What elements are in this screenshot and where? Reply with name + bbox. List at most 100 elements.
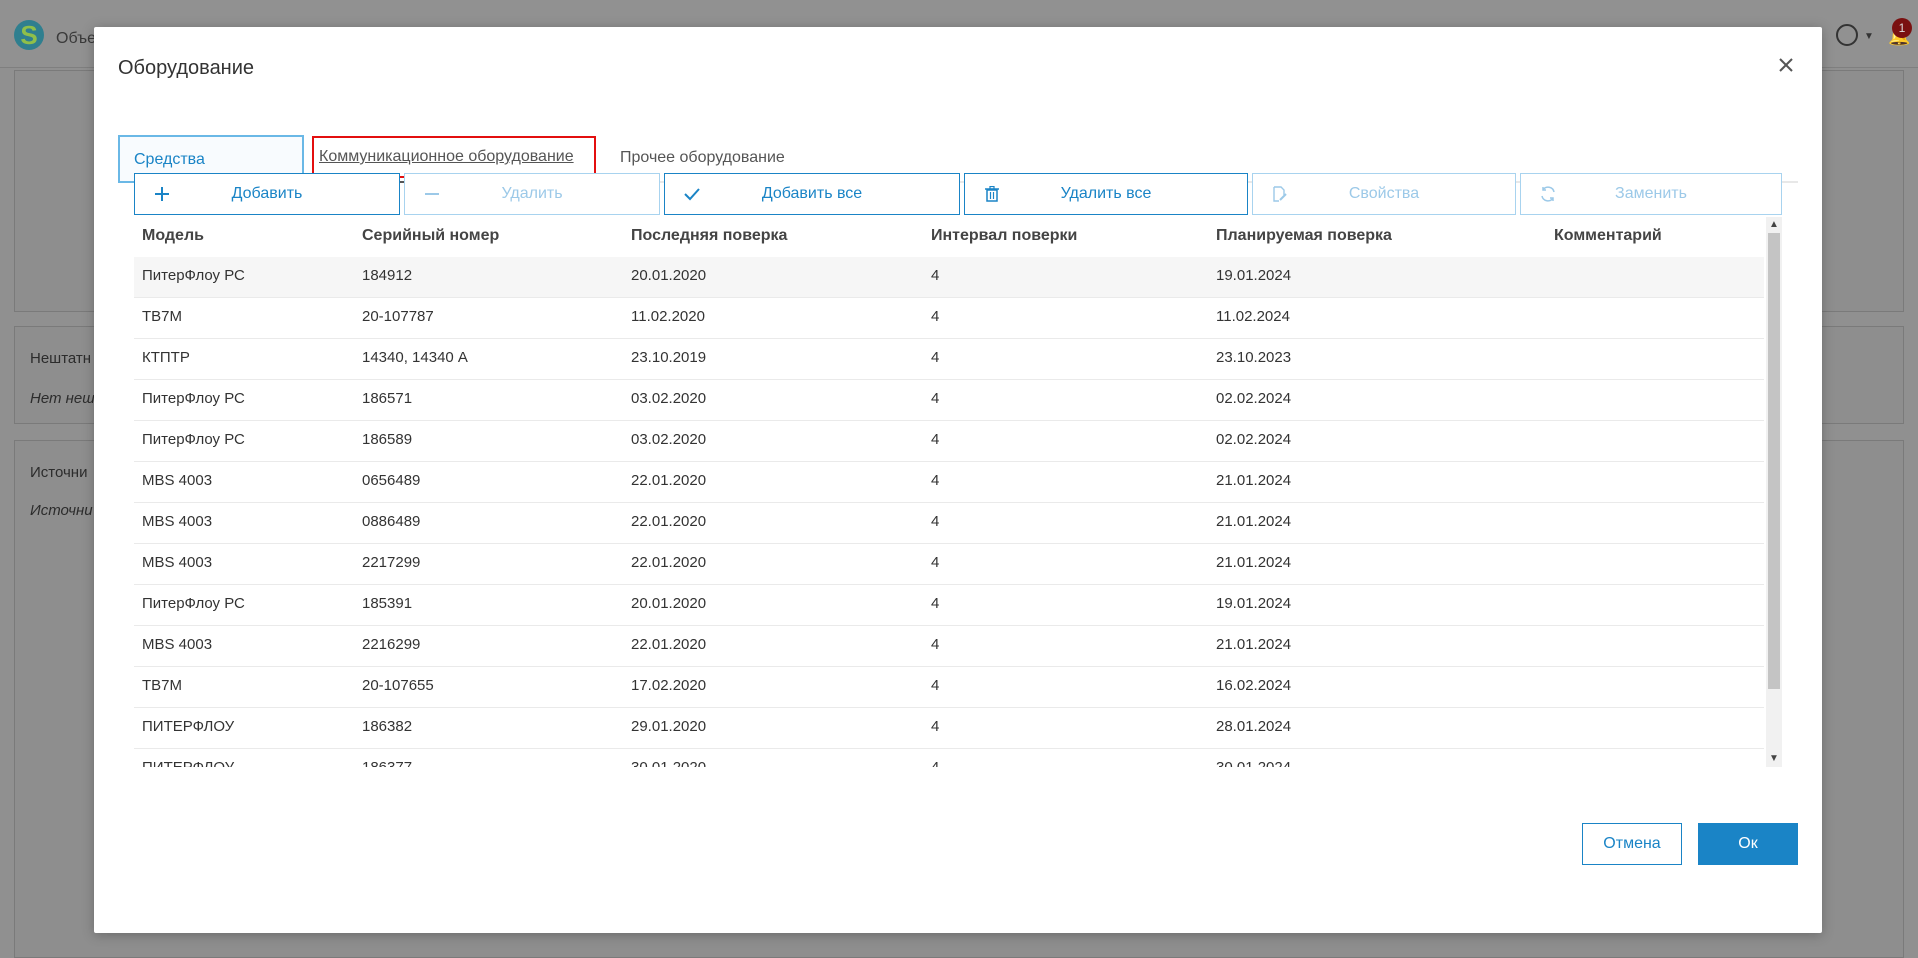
table-cell: ТВ7М xyxy=(142,308,183,325)
equipment-table: Модель Серийный номер Последняя поверка … xyxy=(134,217,1782,767)
table-cell: 4 xyxy=(931,554,940,571)
table-cell: 4 xyxy=(931,431,940,448)
table-cell: 184912 xyxy=(362,267,413,284)
table-cell: 20-107787 xyxy=(362,308,434,325)
add-all-button[interactable]: Добавить все xyxy=(664,173,960,215)
add-button[interactable]: Добавить xyxy=(134,173,400,215)
scroll-up-icon[interactable]: ▲ xyxy=(1766,217,1782,233)
remove-button-label: Удалить xyxy=(501,185,563,202)
table-cell: 20.01.2020 xyxy=(631,267,707,284)
plus-icon xyxy=(151,174,173,214)
table-cell: 186377 xyxy=(362,759,412,767)
table-cell: MBS 4003 xyxy=(142,513,213,530)
app-title: Объе xyxy=(56,30,96,47)
refresh-icon xyxy=(1537,174,1559,214)
table-cell: ПИТЕРФЛОУ xyxy=(142,718,235,735)
table-row[interactable]: КТПТР 14340, 14340 А 23.10.2019 4 23.10.2023 xyxy=(134,339,1764,380)
replace-button-label: Заменить xyxy=(1615,185,1687,202)
close-icon xyxy=(1779,58,1793,72)
table-row[interactable]: MBS 4003 2216299 22.01.2020 4 21.01.2024 xyxy=(134,626,1764,667)
table-cell: 23.10.2023 xyxy=(1216,349,1292,366)
app-logo-icon: S xyxy=(14,20,44,50)
panel-text: Нет неш xyxy=(30,390,95,407)
table-scrollbar[interactable]: ▲ ▼ xyxy=(1766,217,1782,767)
table-cell: 22.01.2020 xyxy=(631,554,707,571)
close-button[interactable] xyxy=(1776,55,1796,75)
table-cell: 23.10.2019 xyxy=(631,349,707,366)
scroll-down-icon[interactable]: ▼ xyxy=(1766,751,1782,767)
table-cell: 4 xyxy=(931,349,940,366)
table-row[interactable]: ПИТЕРФЛОУ 186382 29.01.2020 4 28.01.2024 xyxy=(134,708,1764,749)
table-row[interactable]: ТВ7М 20-107787 11.02.2020 4 11.02.2024 xyxy=(134,298,1764,339)
table-row[interactable]: ПитерФлоу РС 186571 03.02.2020 4 02.02.2024 xyxy=(134,380,1764,421)
table-row[interactable]: ПитерФлоу РС 186589 03.02.2020 4 02.02.2024 xyxy=(134,421,1764,462)
table-cell: 185391 xyxy=(362,595,413,612)
table-cell: 30.01.2024 xyxy=(1216,759,1291,767)
table-cell: 03.02.2020 xyxy=(631,431,707,448)
column-header-comment[interactable]: Комментарий xyxy=(1554,227,1662,245)
panel-title: Нештатн xyxy=(30,350,92,367)
add-all-button-label: Добавить все xyxy=(761,185,863,202)
table-row[interactable]: ПИТЕРФЛОУ 186377 30.01.2020 4 30.01.2024 xyxy=(134,749,1764,767)
table-cell: ПитерФлоу РС xyxy=(142,267,245,284)
column-header-model[interactable]: Модель xyxy=(142,227,204,245)
panel-title: Источни xyxy=(30,464,88,481)
table-cell: 4 xyxy=(931,472,940,489)
notification-badge: 1 xyxy=(1892,18,1912,38)
replace-button[interactable]: Заменить xyxy=(1520,173,1782,215)
table-cell: 22.01.2020 xyxy=(631,636,707,653)
table-row[interactable]: MBS 4003 0656489 22.01.2020 4 21.01.2024 xyxy=(134,462,1764,503)
remove-all-button[interactable]: Удалить все xyxy=(964,173,1248,215)
properties-button[interactable]: Свойства xyxy=(1252,173,1516,215)
column-header-last-check[interactable]: Последняя поверка xyxy=(631,227,787,245)
table-cell: 02.02.2024 xyxy=(1216,431,1292,448)
column-header-serial[interactable]: Серийный номер xyxy=(362,227,499,245)
trash-icon xyxy=(981,174,1003,214)
remove-button[interactable]: Удалить xyxy=(404,173,660,215)
table-row[interactable]: MBS 4003 2217299 22.01.2020 4 21.01.2024 xyxy=(134,544,1764,585)
table-cell: ПитерФлоу РС xyxy=(142,431,245,448)
table-cell: 4 xyxy=(931,267,940,284)
table-cell: 4 xyxy=(931,636,940,653)
table-row[interactable]: MBS 4003 0886489 22.01.2020 4 21.01.2024 xyxy=(134,503,1764,544)
table-cell: 17.02.2020 xyxy=(631,677,707,694)
table-cell: 11.02.2024 xyxy=(1216,308,1290,325)
table-cell: 4 xyxy=(931,595,940,612)
column-header-planned-check[interactable]: Планируемая поверка xyxy=(1216,227,1392,245)
table-row[interactable]: ТВ7М 20-107655 17.02.2020 4 16.02.2024 xyxy=(134,667,1764,708)
table-cell: 4 xyxy=(931,513,940,530)
table-cell: 4 xyxy=(931,308,940,325)
edit-document-icon xyxy=(1269,174,1291,214)
chevron-down-icon[interactable]: ▼ xyxy=(1864,31,1874,42)
table-body: ПитерФлоу РС 184912 20.01.2020 4 19.01.2024 Т… xyxy=(134,257,1764,767)
tab-communication-equipment[interactable]: Коммуникационное оборудование xyxy=(312,136,596,178)
cancel-button[interactable]: Отмена xyxy=(1582,823,1682,865)
table-cell: 22.01.2020 xyxy=(631,513,707,530)
ok-button[interactable]: Ок xyxy=(1698,823,1798,865)
table-cell: 186382 xyxy=(362,718,413,735)
table-cell: MBS 4003 xyxy=(142,554,213,571)
user-icon[interactable] xyxy=(1836,24,1858,46)
table-cell: 11.02.2020 xyxy=(631,308,705,325)
table-cell: 2216299 xyxy=(362,636,421,653)
properties-button-label: Свойства xyxy=(1348,185,1420,202)
check-icon xyxy=(681,174,703,214)
table-cell: 02.02.2024 xyxy=(1216,390,1292,407)
table-row[interactable]: ПитерФлоу РС 184912 20.01.2020 4 19.01.2024 xyxy=(134,257,1764,298)
equipment-dialog: Оборудование Средства измерения Коммуник… xyxy=(94,27,1822,933)
table-cell: ТВ7М xyxy=(142,677,183,694)
table-cell: 4 xyxy=(931,677,940,694)
remove-all-button-label: Удалить все xyxy=(1060,185,1152,202)
table-cell: 29.01.2020 xyxy=(631,718,707,735)
table-row[interactable]: ПитерФлоу РС 185391 20.01.2020 4 19.01.2024 xyxy=(134,585,1764,626)
table-cell: 20.01.2020 xyxy=(631,595,707,612)
table-cell: КТПТР xyxy=(142,349,190,366)
table-cell: 4 xyxy=(931,390,940,407)
table-cell: 21.01.2024 xyxy=(1216,554,1292,571)
table-cell: 16.02.2024 xyxy=(1216,677,1292,694)
dialog-title: Оборудование xyxy=(118,57,255,79)
table-cell: MBS 4003 xyxy=(142,636,213,653)
scrollbar-thumb[interactable] xyxy=(1768,233,1780,689)
panel-text: Источни xyxy=(30,502,93,519)
column-header-interval[interactable]: Интервал поверки xyxy=(931,227,1077,245)
